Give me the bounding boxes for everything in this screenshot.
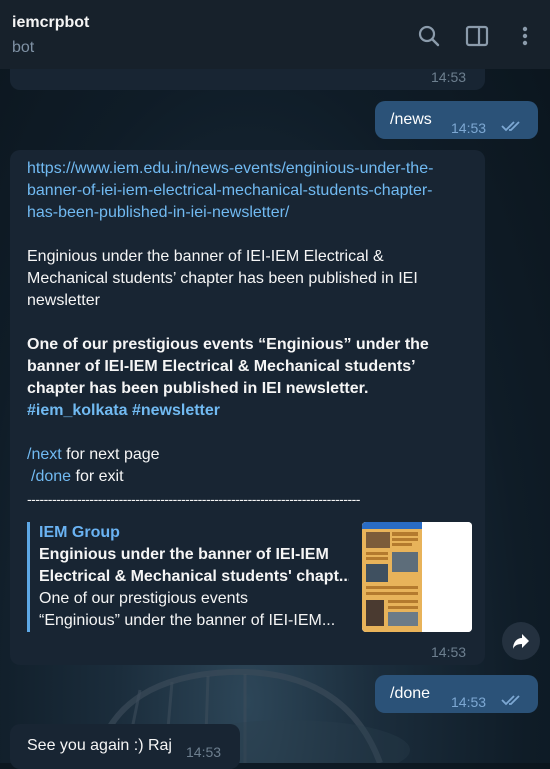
search-icon[interactable] <box>417 24 441 48</box>
title-line: Enginious under the banner of IEI-IEM El… <box>27 248 384 265</box>
chat-title[interactable]: iemcrpbot <box>12 14 89 32</box>
preview-site-name: IEM Group <box>39 524 120 541</box>
message-time: 14:53 <box>186 744 222 760</box>
hashtag-iem-kolkata[interactable]: #iem_kolkata <box>27 402 128 419</box>
next-command-text: for next page <box>61 446 160 463</box>
link-preview-card[interactable]: IEM Group Enginious under the banner of … <box>27 522 472 632</box>
hashtags-line: #iem_kolkata #newsletter <box>27 400 477 422</box>
preview-desc-line: One of our prestigious events <box>39 590 249 607</box>
article-summary: One of our prestigious events “Enginious… <box>27 334 477 422</box>
next-command-link[interactable]: /next <box>27 446 62 463</box>
chat-header: iemcrpbot bot <box>0 0 550 69</box>
title-line: newsletter <box>27 292 100 309</box>
message-time: 14:53 <box>431 644 467 660</box>
url-line: https://www.iem.edu.in/news-events/engin… <box>27 160 434 177</box>
preview-title: Enginious under the banner of IEI-IEM El… <box>39 544 349 588</box>
preview-thumbnail-image[interactable] <box>362 522 472 632</box>
sidebar-toggle-icon[interactable] <box>465 24 489 48</box>
done-command-line: /done for exit <box>27 466 477 488</box>
read-checkmarks-icon <box>501 121 520 132</box>
divider-line: ----------------------------------------… <box>27 491 360 507</box>
forward-arrow-icon <box>513 634 529 649</box>
message-text: See you again :) Raj <box>27 737 172 754</box>
url-line: has-been-published-in-iei-newsletter/ <box>27 204 290 221</box>
chat-subtitle: bot <box>12 39 35 56</box>
message-text: /news <box>390 111 432 128</box>
outgoing-message-news[interactable]: /news 14:53 <box>375 101 538 139</box>
navigation-commands: /next for next page /done for exit <box>27 444 477 488</box>
message-text: /done <box>390 685 431 702</box>
hashtag-newsletter[interactable]: #newsletter <box>132 402 220 419</box>
read-checkmarks-icon <box>501 695 520 706</box>
message-time: 14:53 <box>431 69 467 85</box>
summary-line: One of our prestigious events “Enginious… <box>27 336 429 353</box>
message-time: 14:53 <box>451 694 487 710</box>
message-time: 14:53 <box>451 120 487 136</box>
preview-title-line: Electrical & Mechanical students' chapt.… <box>39 568 349 585</box>
incoming-message-reply[interactable]: See you again :) Raj 14:53 <box>10 724 240 769</box>
summary-line: banner of IEI-IEM Electrical & Mechanica… <box>27 358 416 375</box>
preview-title-line: Enginious under the banner of IEI-IEM <box>39 546 329 563</box>
summary-line: chapter has been published in IEI newsle… <box>27 380 369 397</box>
article-message-bubble[interactable]: https://www.iem.edu.in/news-events/engin… <box>10 150 485 665</box>
url-line: banner-of-iei-iem-electrical-mechanical-… <box>27 182 433 199</box>
title-line: Mechanical students’ chapter has been pu… <box>27 270 418 287</box>
done-command-link[interactable]: /done <box>31 468 71 485</box>
preview-description: One of our prestigious events “Enginious… <box>39 588 349 632</box>
done-command-text: for exit <box>71 468 124 485</box>
preview-desc-line: “Enginious” under the banner of IEI-IEM.… <box>39 612 336 629</box>
article-title: Enginious under the banner of IEI-IEM El… <box>27 246 477 312</box>
forward-button[interactable] <box>502 622 540 660</box>
next-command-line: /next for next page <box>27 444 477 466</box>
article-url-link[interactable]: https://www.iem.edu.in/news-events/engin… <box>27 158 477 224</box>
outgoing-message-done[interactable]: /done 14:53 <box>375 675 538 713</box>
more-vertical-icon[interactable] <box>513 24 537 48</box>
